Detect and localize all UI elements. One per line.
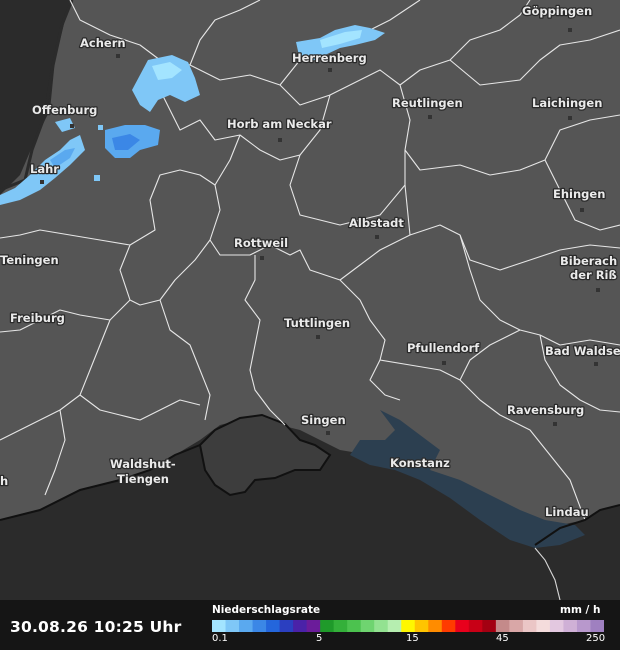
city-label-laichingen: Laichingen [532,96,602,110]
city-label-waldshut: Waldshut- [110,457,176,471]
city-label-offenburg: Offenburg [32,103,97,117]
legend-tick-1: 5 [316,633,323,644]
timestamp: 30.08.26 10:25 Uhr [10,618,182,636]
legend-swatch-24 [536,620,551,632]
city-label-albstadt: Albstadt [349,216,404,230]
city-label-achern: Achern [80,36,126,50]
city-label-waldshut2: Tiengen [117,472,169,486]
legend-swatch-27 [576,620,591,632]
legend-swatch-4 [266,620,281,632]
legend-swatch-12 [374,620,389,632]
city-dot-laichingen [568,116,572,120]
weather-radar-map: Göppingen Achern Herrenberg Reutlingen Laich… [0,0,620,600]
legend-swatch-3 [252,620,267,632]
legend-swatch-0 [212,620,227,632]
legend-swatch-6 [293,620,308,632]
city-dot-lahr [40,180,44,184]
legend-swatch-23 [522,620,537,632]
echo-small3 [98,125,103,130]
legend-swatch-5 [279,620,294,632]
city-label-lahr: Lahr [30,162,59,176]
legend-swatch-10 [347,620,362,632]
legend-swatch-19 [468,620,483,632]
legend-swatch-17 [441,620,456,632]
legend-swatch-2 [239,620,254,632]
city-dot-pfullendorf [442,361,446,365]
city-dot-ehingen [580,208,584,212]
legend-swatch-16 [428,620,443,632]
legend-tick-0: 0.1 [212,633,228,644]
city-label-tuttlingen: Tuttlingen [284,316,350,330]
city-label-herrenberg: Herrenberg [292,51,367,65]
city-label-ravensburg: Ravensburg [507,403,584,417]
city-label-reutlingen: Reutlingen [392,96,463,110]
legend-tick-4: 250 [586,633,606,644]
city-dot-herrenberg [328,68,332,72]
legend-swatch-15 [414,620,429,632]
legend-swatch-13 [387,620,402,632]
city-label-singen: Singen [301,413,346,427]
city-dot-singen [326,431,330,435]
legend-swatch-21 [495,620,510,632]
legend-tick-2: 15 [406,633,419,644]
legend-title: Niederschlagsrate [212,604,321,616]
legend-swatch-14 [401,620,416,632]
city-label-pfullendorf: Pfullendorf [407,341,480,355]
legend-swatch-1 [225,620,240,632]
legend-swatch-7 [306,620,321,632]
city-label-horb: Horb am Neckar [227,117,332,131]
city-dot-badwaldsee [594,362,598,366]
legend-tick-3: 45 [496,633,509,644]
city-label-hedge: h [0,474,8,488]
legend-swatch-9 [333,620,348,632]
legend-swatch-25 [549,620,564,632]
echo-small2 [94,175,100,181]
legend-swatch-11 [360,620,375,632]
city-dot-reutlingen [428,115,432,119]
city-dot-albstadt [375,235,379,239]
legend-swatch-20 [482,620,497,632]
city-label-konstanz: Konstanz [390,456,450,470]
legend-swatch-22 [509,620,524,632]
legend-swatch-26 [563,620,578,632]
city-dot-tuttlingen [316,335,320,339]
city-label-biberach2: der Riß [570,268,617,282]
city-label-lindau: Lindau [545,505,589,519]
city-label-rottweil: Rottweil [234,236,288,250]
legend-swatch-8 [320,620,335,632]
city-dot-goeppingen [568,28,572,32]
city-label-badwaldsee: Bad Waldse [545,344,620,358]
city-label-freiburg: Freiburg [10,311,65,325]
city-label-teningen: Teningen [0,253,59,267]
city-dot-rottweil [260,256,264,260]
city-dot-horb [278,138,282,142]
legend-color-scale [212,620,604,632]
city-dot-achern [116,54,120,58]
legend-swatch-18 [455,620,470,632]
city-dot-biberach [596,288,600,292]
city-label-biberach: Biberach [560,254,617,268]
city-dot-offenburg [70,124,74,128]
city-dot-ravensburg [553,422,557,426]
city-label-ehingen: Ehingen [553,187,605,201]
legend-swatch-28 [590,620,604,632]
legend-unit: mm / h [560,604,601,616]
city-label-goeppingen: Göppingen [522,4,592,18]
